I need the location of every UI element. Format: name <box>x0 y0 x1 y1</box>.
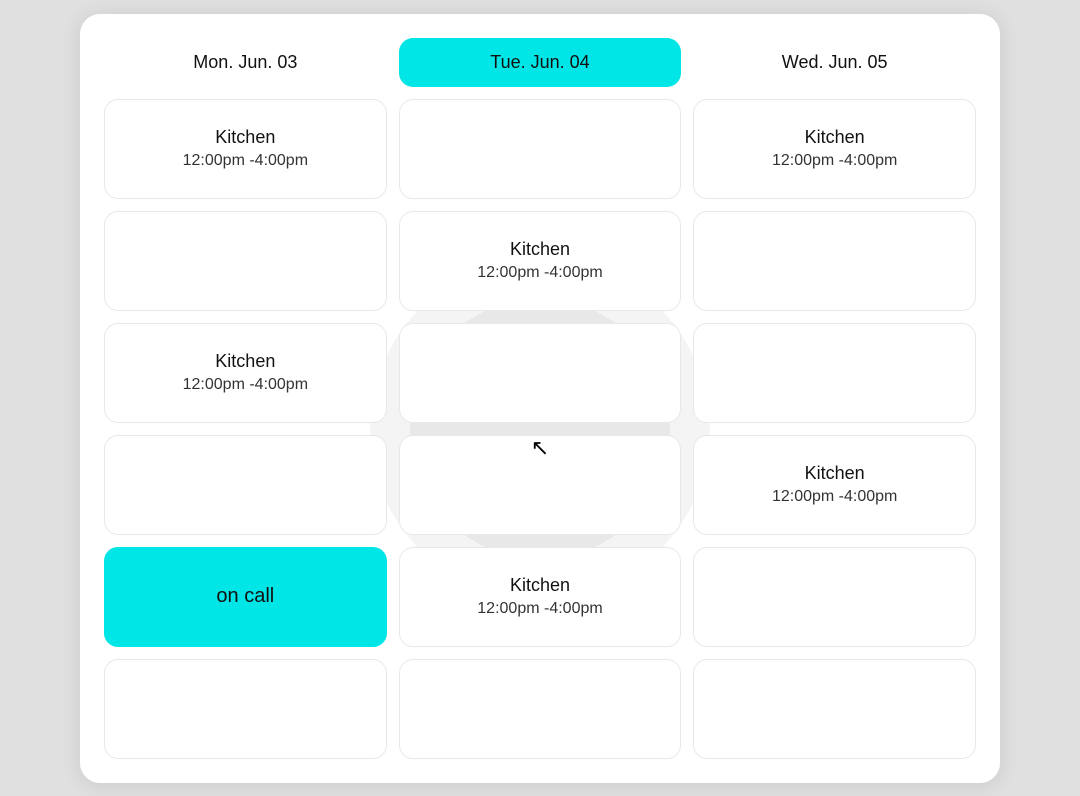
grid-cell-r1-c1[interactable]: Kitchen 12:00pm -4:00pm <box>399 211 682 311</box>
grid-cell-r0-c1[interactable] <box>399 99 682 199</box>
cell-time: 12:00pm -4:00pm <box>477 264 602 282</box>
grid-cell-r2-c2[interactable] <box>693 323 976 423</box>
grid-cell-r5-c2[interactable] <box>693 659 976 759</box>
cell-location: Kitchen <box>215 127 275 148</box>
grid-cell-r4-c0[interactable]: on call <box>104 547 387 647</box>
grid-cell-r3-c0[interactable] <box>104 435 387 535</box>
header-cell-tue[interactable]: Tue. Jun. 04 <box>399 38 682 87</box>
cell-time: 12:00pm -4:00pm <box>477 600 602 618</box>
grid-cell-r4-c2[interactable] <box>693 547 976 647</box>
cell-location: Kitchen <box>510 239 570 260</box>
grid-cell-r3-c1[interactable] <box>399 435 682 535</box>
cell-time: 12:00pm -4:00pm <box>183 376 308 394</box>
grid-cell-r0-c2[interactable]: Kitchen 12:00pm -4:00pm <box>693 99 976 199</box>
grid-cell-r5-c1[interactable] <box>399 659 682 759</box>
header-cell-mon[interactable]: Mon. Jun. 03 <box>104 38 387 87</box>
calendar-container: Mon. Jun. 03Tue. Jun. 04Wed. Jun. 05 ↖ K… <box>80 14 1000 783</box>
cell-location: Kitchen <box>805 127 865 148</box>
cell-location: Kitchen <box>805 463 865 484</box>
cell-time: 12:00pm -4:00pm <box>772 152 897 170</box>
cell-location: Kitchen <box>510 575 570 596</box>
header-cell-wed[interactable]: Wed. Jun. 05 <box>693 38 976 87</box>
grid-cell-r2-c0[interactable]: Kitchen 12:00pm -4:00pm <box>104 323 387 423</box>
grid-cell-r1-c2[interactable] <box>693 211 976 311</box>
grid-cell-r5-c0[interactable] <box>104 659 387 759</box>
cell-time: 12:00pm -4:00pm <box>183 152 308 170</box>
grid-cell-r2-c1[interactable] <box>399 323 682 423</box>
grid-cell-r4-c1[interactable]: Kitchen 12:00pm -4:00pm <box>399 547 682 647</box>
cell-time: 12:00pm -4:00pm <box>772 488 897 506</box>
grid-cell-r1-c0[interactable] <box>104 211 387 311</box>
grid-cell-r3-c2[interactable]: Kitchen 12:00pm -4:00pm <box>693 435 976 535</box>
calendar-header: Mon. Jun. 03Tue. Jun. 04Wed. Jun. 05 <box>104 38 976 87</box>
cell-location: Kitchen <box>215 351 275 372</box>
grid-cell-r0-c0[interactable]: Kitchen 12:00pm -4:00pm <box>104 99 387 199</box>
oncall-label: on call <box>216 585 274 608</box>
calendar-grid: ↖ Kitchen12:00pm -4:00pmKitchen12:00pm -… <box>104 99 976 759</box>
